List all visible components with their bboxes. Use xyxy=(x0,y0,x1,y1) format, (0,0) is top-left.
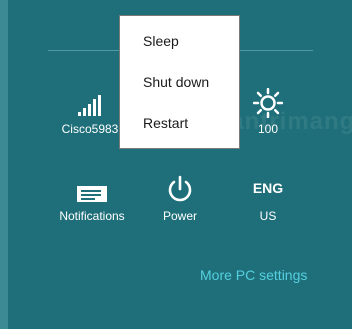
keyboard-layout-label: US xyxy=(259,209,277,223)
notifications-icon xyxy=(47,171,137,205)
more-pc-settings-link[interactable]: More PC settings xyxy=(200,267,307,283)
keyboard-tile[interactable]: ENG US xyxy=(223,171,313,223)
power-menu: Sleep Shut down Restart xyxy=(119,15,240,149)
power-tile[interactable]: Power xyxy=(135,171,225,223)
language-code: ENG xyxy=(252,180,284,196)
keyboard-language-indicator: ENG xyxy=(223,171,313,205)
power-icon xyxy=(135,171,225,205)
shut-down-menu-item[interactable]: Shut down xyxy=(143,74,209,90)
power-label: Power xyxy=(162,209,197,223)
notifications-tile[interactable]: Notifications xyxy=(47,171,137,223)
charm-bar-edge xyxy=(0,0,8,329)
restart-menu-item[interactable]: Restart xyxy=(143,115,188,131)
sleep-menu-item[interactable]: Sleep xyxy=(143,33,179,49)
notifications-label: Notifications xyxy=(59,209,125,223)
